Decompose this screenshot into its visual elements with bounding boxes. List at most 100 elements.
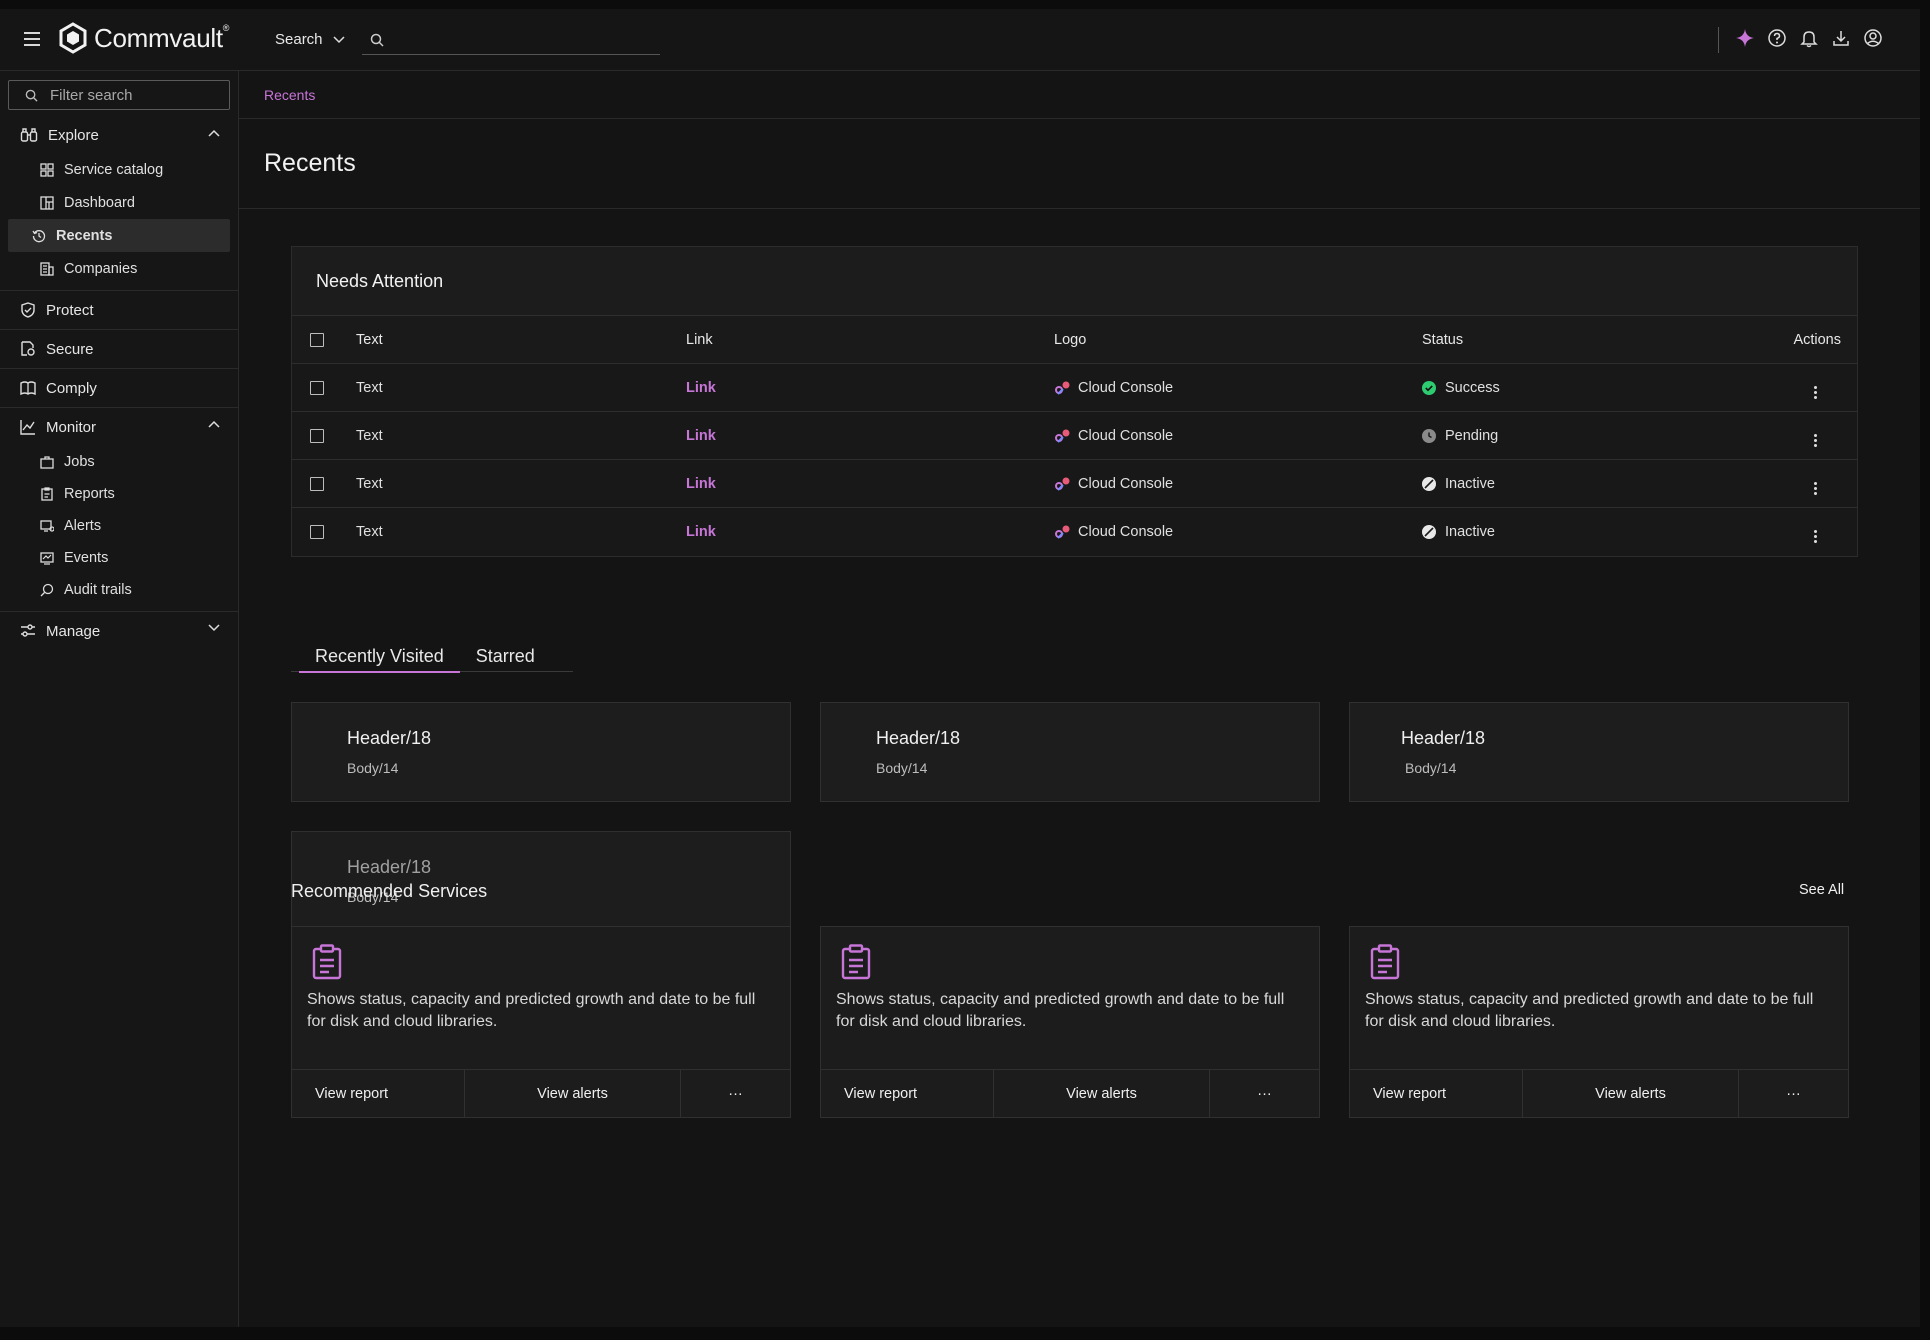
recent-card-header: Header/18 [347, 857, 432, 877]
search-scope-select[interactable]: Search [275, 31, 345, 48]
row-actions-kebab-icon[interactable] [1814, 529, 1817, 543]
column-header-status[interactable]: Status [1422, 316, 1727, 364]
chevron-down-icon [333, 35, 345, 43]
top-actions [1735, 28, 1883, 48]
clipboard-icon [1370, 944, 1400, 980]
row-checkbox[interactable] [310, 380, 324, 395]
sidebar-item-jobs[interactable]: Jobs [8, 446, 230, 478]
sidebar-item-dashboard[interactable]: Dashboard [8, 186, 230, 219]
table-row: Text Link Cloud Console Success [292, 363, 1857, 412]
building-icon [40, 261, 54, 276]
more-options-button[interactable]: ··· [1210, 1070, 1319, 1117]
service-card-actions: View report View alerts ··· [1350, 1069, 1848, 1117]
filter-search-input[interactable] [50, 86, 220, 104]
recent-card[interactable]: Header/18 Body/14 [1349, 702, 1849, 802]
row-checkbox[interactable] [310, 476, 324, 491]
brand-name: Commvault® [94, 22, 230, 53]
filter-search[interactable] [8, 80, 230, 110]
view-alerts-button[interactable]: View alerts [465, 1070, 681, 1117]
needs-attention-table: Text Link Logo Status Actions Text Link … [292, 315, 1857, 556]
cloud-console-logo-icon [1055, 477, 1070, 491]
recent-card-header: Header/18 [347, 728, 432, 748]
download-icon[interactable] [1831, 28, 1851, 48]
sidebar-section-label: Manage [46, 622, 101, 640]
clipboard-icon [312, 944, 342, 980]
global-search[interactable] [362, 25, 660, 55]
grid-icon [40, 162, 54, 177]
sidebar-item-recents[interactable]: Recents [8, 219, 230, 252]
cloud-console-logo-icon [1055, 525, 1070, 539]
row-link[interactable]: Link [686, 428, 716, 444]
bell-icon[interactable] [1799, 28, 1819, 48]
sidebar-section-manage[interactable]: Manage [0, 611, 238, 650]
hamburger-menu-icon[interactable] [24, 32, 40, 46]
table-row: Text Link Cloud Console Pending [292, 411, 1857, 460]
column-header-text[interactable]: Text [356, 316, 686, 364]
see-all-link[interactable]: See All [1799, 882, 1844, 898]
row-actions-kebab-icon[interactable] [1814, 481, 1817, 495]
row-logo-label: Cloud Console [1078, 523, 1174, 540]
select-all-checkbox[interactable] [310, 332, 324, 347]
sidebar-section-label: Protect [46, 301, 94, 319]
row-logo: Cloud Console [1054, 380, 1422, 396]
sidebar-item-events[interactable]: Events [8, 542, 230, 574]
view-report-button[interactable]: View report [1350, 1070, 1523, 1117]
sidebar-item-reports[interactable]: Reports [8, 478, 230, 510]
row-text: Text [356, 523, 383, 540]
events-icon [40, 552, 54, 565]
sidebar-section-secure[interactable]: Secure [0, 329, 238, 368]
view-alerts-button[interactable]: View alerts [1523, 1070, 1739, 1117]
row-text: Text [356, 427, 383, 444]
chevron-down-icon [208, 624, 220, 632]
binoculars-icon [20, 128, 38, 142]
table-header-row: Text Link Logo Status Actions [292, 315, 1857, 364]
view-report-button[interactable]: View report [292, 1070, 465, 1117]
sidebar-section-monitor[interactable]: Monitor [0, 407, 238, 446]
brand-logo[interactable]: Commvault® [58, 22, 229, 54]
sidebar-section-explore[interactable]: Explore [0, 117, 238, 153]
column-header-link[interactable]: Link [686, 316, 1054, 364]
recent-card[interactable]: Header/18 Body/14 [820, 702, 1320, 802]
view-report-button[interactable]: View report [821, 1070, 994, 1117]
service-card: Shows status, capacity and predicted gro… [1349, 926, 1849, 1118]
history-icon [32, 229, 46, 242]
row-actions-kebab-icon[interactable] [1814, 385, 1817, 399]
search-scope-label: Search [275, 31, 323, 48]
sparkle-icon[interactable] [1735, 28, 1755, 48]
breadcrumb-item-recents[interactable]: Recents [264, 87, 315, 103]
row-checkbox[interactable] [310, 524, 324, 539]
column-header-logo[interactable]: Logo [1054, 316, 1422, 364]
help-icon[interactable] [1767, 28, 1787, 48]
tab-starred[interactable]: Starred [460, 646, 551, 671]
status-badge: Pending [1422, 428, 1727, 444]
tab-recently-visited[interactable]: Recently Visited [291, 646, 460, 673]
commvault-logo-icon [59, 22, 87, 54]
row-checkbox[interactable] [310, 428, 324, 443]
row-link[interactable]: Link [686, 524, 716, 540]
sidebar-item-companies[interactable]: Companies [8, 252, 230, 285]
inactive-icon [1422, 524, 1436, 539]
chevron-up-icon [208, 420, 220, 428]
row-link[interactable]: Link [686, 380, 716, 396]
sidebar-section-label: Monitor [46, 418, 97, 436]
top-divider [1718, 27, 1719, 53]
recent-card[interactable]: Header/18 Body/14 [291, 702, 791, 802]
inactive-icon [1422, 476, 1436, 491]
comply-icon [20, 381, 36, 396]
status-badge: Inactive [1422, 476, 1727, 492]
global-search-input[interactable] [394, 31, 644, 48]
row-actions-kebab-icon[interactable] [1814, 433, 1817, 447]
sidebar-section-protect[interactable]: Protect [0, 290, 238, 329]
row-link[interactable]: Link [686, 476, 716, 492]
sidebar-item-service-catalog[interactable]: Service catalog [8, 153, 230, 186]
sidebar-item-audit-trails[interactable]: Audit trails [8, 574, 230, 606]
sidebar-section-comply[interactable]: Comply [0, 368, 238, 407]
sidebar-item-alerts[interactable]: Alerts [8, 510, 230, 542]
more-options-button[interactable]: ··· [1739, 1070, 1848, 1117]
sidebar-item-label: Dashboard [64, 194, 135, 211]
user-icon[interactable] [1863, 28, 1883, 48]
sliders-icon [21, 624, 35, 637]
more-options-button[interactable]: ··· [681, 1070, 790, 1117]
app-window: Commvault® Search Filter search Explore … [0, 9, 1920, 1327]
view-alerts-button[interactable]: View alerts [994, 1070, 1210, 1117]
